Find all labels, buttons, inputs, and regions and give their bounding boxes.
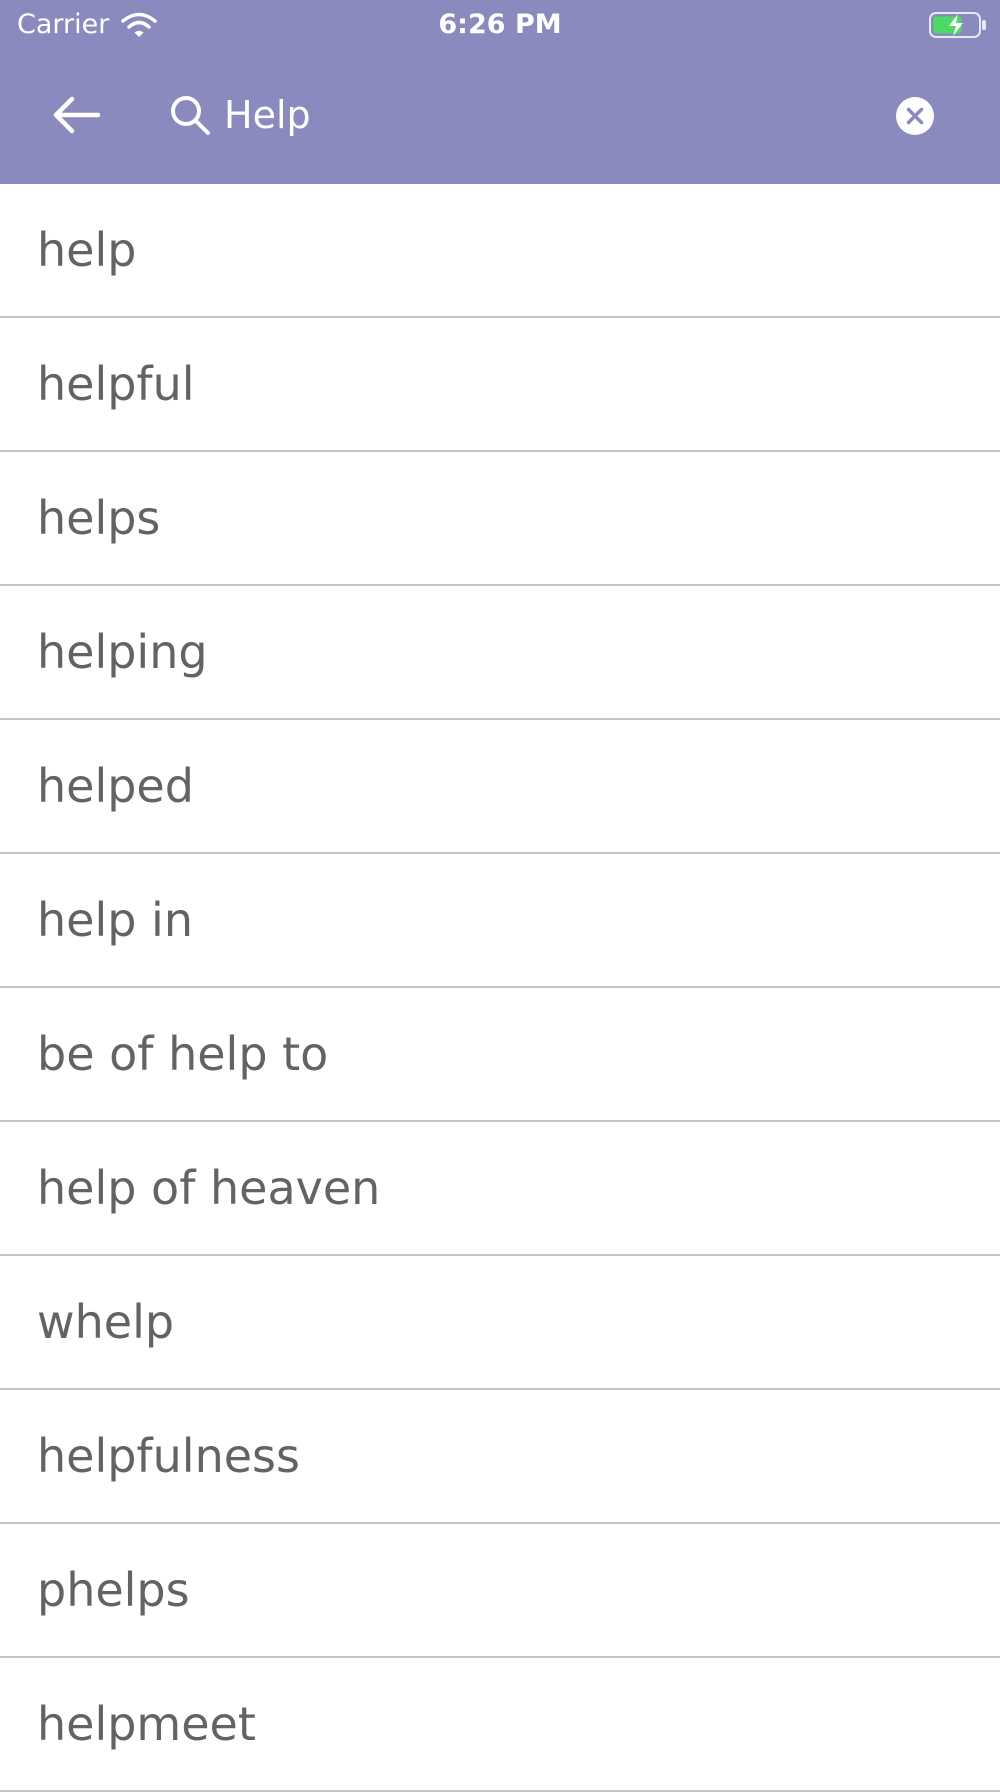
result-item[interactable]: helped: [0, 720, 1000, 854]
result-item[interactable]: be of help to: [0, 988, 1000, 1122]
result-item[interactable]: phelps: [0, 1524, 1000, 1658]
result-item[interactable]: helps: [0, 452, 1000, 586]
back-arrow-icon: [53, 96, 101, 134]
result-item[interactable]: helpful: [0, 318, 1000, 452]
search-bar: [0, 70, 1000, 160]
result-item[interactable]: help of heaven: [0, 1122, 1000, 1256]
back-button[interactable]: [40, 88, 112, 142]
result-item[interactable]: helpfulness: [0, 1390, 1000, 1524]
clear-icon[interactable]: [895, 96, 935, 136]
search-icon: [171, 96, 210, 135]
search-input[interactable]: [224, 88, 864, 142]
status-bar: Carrier 6:26 PM: [0, 0, 1000, 50]
result-item[interactable]: helpmeet: [0, 1658, 1000, 1792]
status-time: 6:26 PM: [438, 9, 562, 40]
result-item[interactable]: whelp: [0, 1256, 1000, 1390]
results-list: help helpful helps helping helped help i…: [0, 184, 1000, 1792]
battery-charging-icon: [929, 12, 986, 38]
result-item[interactable]: helping: [0, 586, 1000, 720]
result-item[interactable]: help: [0, 184, 1000, 318]
result-item[interactable]: help in: [0, 854, 1000, 988]
app-header: Carrier 6:26 PM: [0, 0, 1000, 184]
